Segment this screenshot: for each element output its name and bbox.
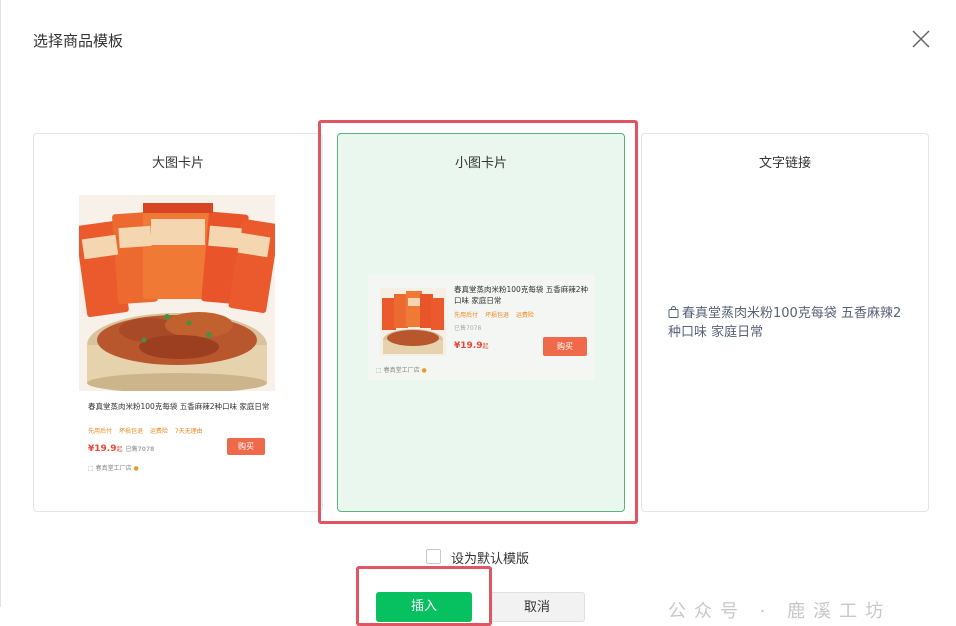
shop-bag-icon: ⬚ [88, 465, 94, 472]
shopping-bag-icon [668, 306, 679, 318]
text-link-card-title: 文字链接 [758, 156, 811, 171]
product-price: ¥19.9起 [454, 341, 488, 351]
large-card-title: 大图卡片 [151, 156, 204, 171]
tag: 7天无理由 [174, 428, 203, 435]
tag: 先用后付 [88, 428, 113, 435]
product-name: 春真堂蒸肉米粉100克每袋 五香麻辣2种口味 家庭日常 [88, 402, 270, 411]
close-icon[interactable] [910, 28, 932, 50]
large-card-preview: 春真堂蒸肉米粉100克每袋 五香麻辣2种口味 家庭日常 先用后付 坏损包退 运费… [79, 195, 275, 475]
dialog-left-edge [0, 0, 1, 607]
insert-button[interactable]: 插入 [376, 592, 472, 622]
large-card-option[interactable]: 大图卡片 春真堂蒸肉米粉100克每袋 五香麻辣2种口味 家庭日常 先用后付 坏损… [33, 133, 323, 512]
buy-button[interactable]: 购买 [543, 337, 587, 356]
product-image [79, 195, 275, 391]
template-dialog: 选择商品模板 大图卡片 春真堂蒸肉米粉100克每袋 五香麻辣2种口味 家庭日常 … [0, 0, 956, 626]
small-card-title: 小图卡片 [454, 156, 507, 171]
price-suffix: 起 [482, 343, 489, 350]
watermark: 公众号 · 鹿溪工坊 [668, 601, 892, 622]
text-link-label: 春真堂蒸肉米粉100克每袋 五香麻辣2种口味 家庭日常 [668, 306, 902, 340]
text-link-card-option[interactable]: 文字链接 春真堂蒸肉米粉100克每袋 五香麻辣2种口味 家庭日常 [641, 133, 929, 512]
tag: 运费险 [149, 428, 168, 435]
tag: 坏损包退 [118, 428, 143, 435]
shop-name: ⬚ 春真堂工厂店 ● [88, 463, 139, 472]
price-suffix: 起 [116, 446, 123, 453]
shop-name: ⬚ 春真堂工厂店 ● [376, 365, 427, 374]
product-tags: 先用后付 坏损包退 运费险 [454, 310, 594, 319]
shop-badge-icon: ● [133, 465, 139, 472]
small-card-option[interactable]: 小图卡片 春真堂蒸肉米粉100克每袋 五香麻辣2种口味 家庭日常 先用后付 坏损… [337, 133, 625, 512]
product-tags: 先用后付 坏损包退 运费险 7天无理由 [88, 426, 278, 435]
price-value: ¥19.9 [454, 341, 483, 351]
shop-name-text: 春真堂工厂店 [95, 465, 132, 472]
small-card-preview: 春真堂蒸肉米粉100克每袋 五香麻辣2种口味 家庭日常 先用后付 坏损包退 运费… [368, 274, 595, 380]
sold-count: 已售7078 [125, 446, 155, 453]
dialog-title: 选择商品模板 [33, 32, 124, 50]
product-thumbnail [380, 288, 446, 356]
default-template-checkbox[interactable] [426, 549, 441, 564]
shop-badge-icon: ● [421, 367, 427, 374]
price-value: ¥19.9 [88, 444, 117, 454]
tag: 坏损包退 [484, 312, 509, 319]
product-name: 春真堂蒸肉米粉100克每袋 五香麻辣2种口味 家庭日常 [454, 285, 588, 305]
tag: 运费险 [515, 312, 534, 319]
shop-bag-icon: ⬚ [376, 367, 382, 374]
default-template-label[interactable]: 设为默认模版 [451, 548, 529, 567]
buy-button[interactable]: 购买 [227, 438, 265, 455]
tag: 先用后付 [454, 312, 479, 319]
shop-name-text: 春真堂工厂店 [383, 367, 420, 374]
product-price: ¥19.9起 已售7078 [88, 444, 154, 454]
cancel-button[interactable]: 取消 [489, 592, 585, 622]
sold-count: 已售7078 [454, 325, 482, 332]
text-link-preview: 春真堂蒸肉米粉100克每袋 五香麻辣2种口味 家庭日常 [668, 304, 908, 342]
